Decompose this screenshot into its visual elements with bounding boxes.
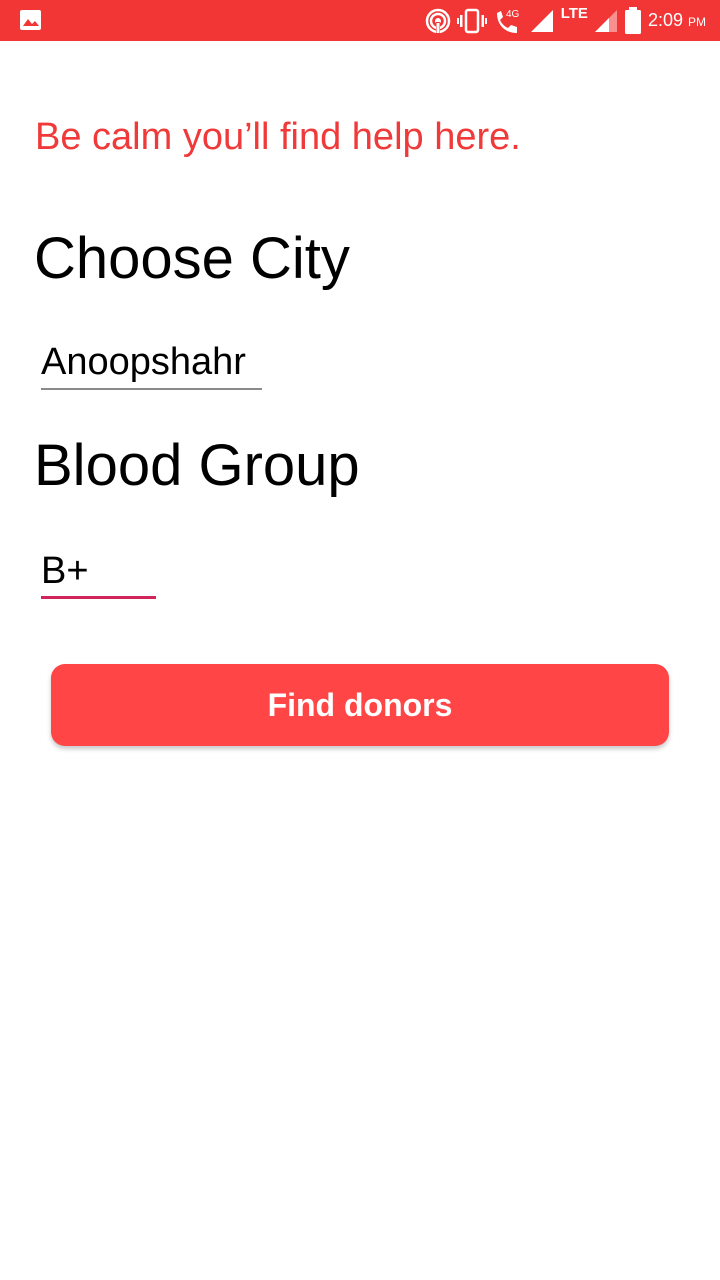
clock-suffix: PM xyxy=(688,15,706,29)
clock: 2:09 PM xyxy=(648,10,706,31)
city-heading: Choose City xyxy=(34,226,350,291)
city-spinner[interactable]: Anoopshahr xyxy=(41,340,262,390)
signal-icon xyxy=(529,9,555,33)
signal-icon xyxy=(594,9,618,33)
city-spinner-value: Anoopshahr xyxy=(41,341,246,383)
tagline: Be calm you’ll find help here. xyxy=(35,116,521,158)
status-bar: 4G LTE 2:09 PM xyxy=(0,0,720,41)
city-spinner-underline xyxy=(41,388,262,390)
image-icon xyxy=(19,9,42,31)
battery-icon xyxy=(624,6,642,35)
blood-group-spinner[interactable]: B+ xyxy=(41,549,156,599)
find-donors-button[interactable]: Find donors xyxy=(51,664,669,746)
lte-label: LTE xyxy=(560,5,588,22)
network-label: 4G xyxy=(506,9,520,20)
blood-group-heading: Blood Group xyxy=(34,433,360,498)
blood-group-spinner-underline xyxy=(41,596,156,599)
wifi-call-icon: 4G xyxy=(493,7,523,35)
clock-time: 2:09 xyxy=(647,10,683,30)
blood-group-spinner-value: B+ xyxy=(41,550,89,592)
hotspot-icon xyxy=(425,8,451,34)
vibrate-icon xyxy=(456,8,487,34)
